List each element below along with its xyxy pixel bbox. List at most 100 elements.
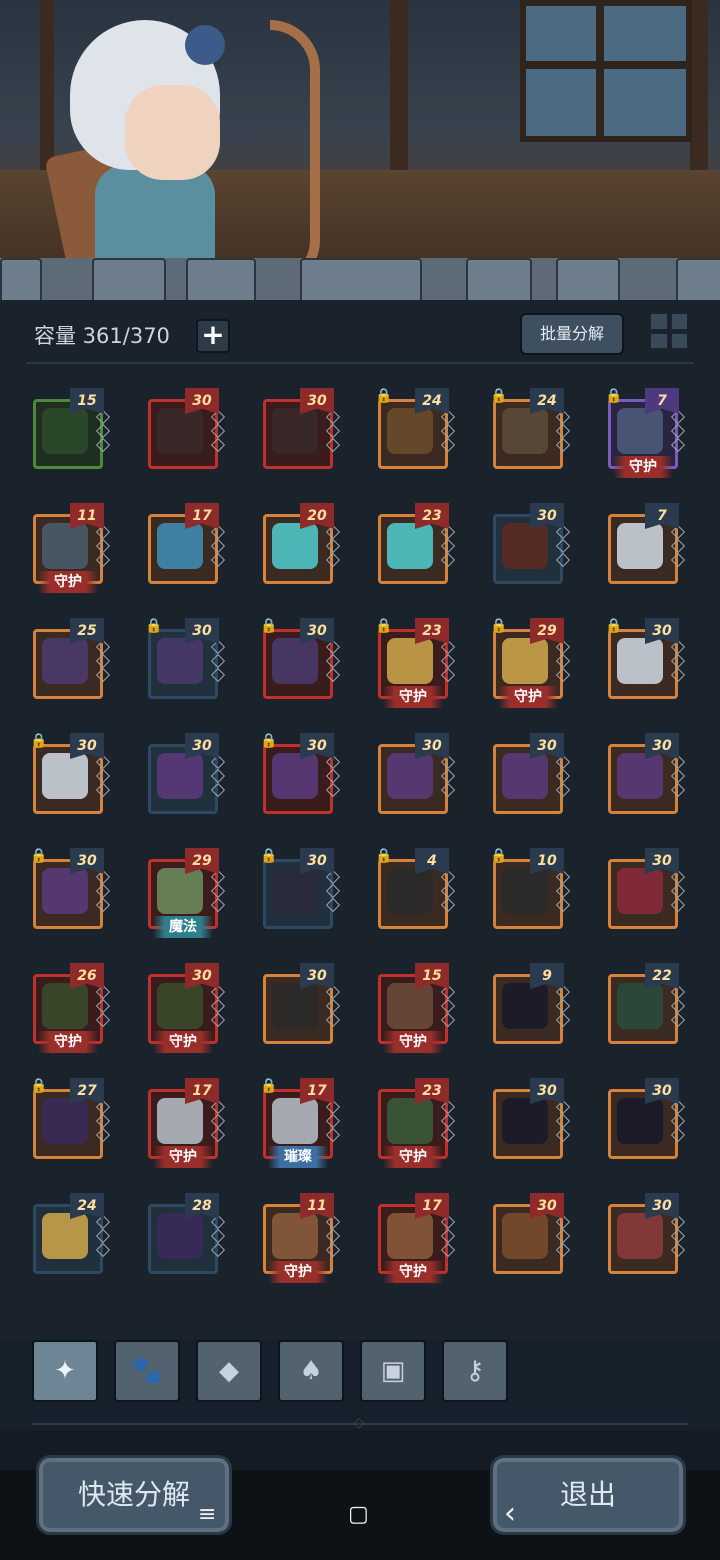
inventory-slot[interactable]: 30 [145,388,226,472]
inventory-slot[interactable]: 30 🔒 [260,618,341,702]
lock-icon: 🔒 [605,388,623,404]
inventory-slot[interactable]: 30 [260,388,341,472]
inventory-slot[interactable]: 17 🔒 璀璨 [260,1078,341,1168]
inventory-slot[interactable]: 24 [30,1193,111,1277]
socket-icons [95,639,111,684]
inventory-slot[interactable]: 17 [145,503,226,587]
inventory-slot[interactable]: 7 [605,503,686,587]
boots-icon [272,1098,318,1144]
inventory-slot[interactable]: 26 守护 [30,963,111,1053]
bow-icon [502,523,548,569]
inventory-slot[interactable]: 24 🔒 [490,388,571,472]
inventory-slot[interactable]: 15 [30,388,111,472]
inventory-slot[interactable]: 30 [605,1193,686,1277]
feather-icon [617,868,663,914]
item-affix-tag: 守护 [268,1261,328,1283]
staff-icon [617,408,663,454]
hero-face-art [125,85,220,180]
inventory-slot[interactable]: 30 [605,848,686,932]
grid-view-icon[interactable] [650,313,688,349]
lock-icon: 🔒 [30,848,48,864]
inventory-slot[interactable]: 30 🔒 [260,733,341,817]
socket-icons [210,639,226,684]
socket-icons [440,754,456,799]
hood-icon [617,638,663,684]
inventory-slot[interactable]: 23 [375,503,456,587]
back-nav-icon[interactable]: ‹ [504,1496,516,1531]
inventory-slot[interactable]: 30 [490,503,571,587]
trident-icon [387,408,433,454]
inventory-slot[interactable]: 4 🔒 [375,848,456,932]
home-nav-icon[interactable]: ▢ [348,1502,369,1527]
lock-icon: 🔒 [490,618,508,634]
inventory-slot[interactable]: 24 🔒 [375,388,456,472]
inventory-slot[interactable]: 30 🔒 [605,618,686,702]
inventory-slot[interactable]: 11 守护 [260,1193,341,1283]
inventory-slot[interactable]: 30 [490,733,571,817]
tunic-icon [157,868,203,914]
boots-icon [42,1098,88,1144]
pet-tab[interactable]: 🐾 [114,1340,180,1402]
socket-icons [555,639,571,684]
weapon-tab[interactable]: ✦ [32,1340,98,1402]
inventory-slot[interactable]: 30 [490,1193,571,1277]
inventory-slot[interactable]: 11 守护 [30,503,111,593]
inventory-slot[interactable]: 7 🔒 守护 [605,388,686,478]
inventory-slot[interactable]: 30 🔒 [30,848,111,932]
socket-icons [555,1099,571,1144]
inventory-slot[interactable]: 30 🔒 [260,848,341,932]
stone-block [92,258,166,304]
expand-capacity-button[interactable]: + [196,319,230,353]
inventory-slot[interactable]: 28 [145,1193,226,1277]
robe-icon [617,753,663,799]
inventory-slot[interactable]: 30 [145,733,226,817]
chest-tab[interactable]: ▣ [360,1340,426,1402]
inventory-slot[interactable]: 30 守护 [145,963,226,1053]
exit-button[interactable]: 退出 [490,1455,686,1535]
inventory-slot[interactable]: 22 [605,963,686,1047]
socket-icons [210,409,226,454]
socket-icons [440,409,456,454]
item-affix-tag: 守护 [383,1261,443,1283]
inventory-slot[interactable]: 10 🔒 [490,848,571,932]
socket-icons [325,1099,341,1144]
inventory-slot[interactable]: 17 守护 [375,1193,456,1283]
socket-icons [670,524,686,569]
bracer-icon [502,868,548,914]
inventory-slot[interactable]: 17 守护 [145,1078,226,1168]
inventory-slot[interactable]: 30 🔒 [30,733,111,817]
crystal-sword-icon [272,523,318,569]
inventory-slot[interactable]: 9 [490,963,571,1047]
socket-icons [440,984,456,1029]
inventory-slot[interactable]: 30 [490,1078,571,1162]
socket-icons [670,639,686,684]
inventory-slot[interactable]: 23 守护 [375,1078,456,1168]
socket-icons [95,1214,111,1259]
inventory-slot[interactable]: 30 [605,733,686,817]
inventory-slot[interactable]: 20 [260,503,341,587]
gem-tab[interactable]: ◆ [196,1340,262,1402]
material-tab[interactable]: ♠ [278,1340,344,1402]
gauntlet-icon [157,408,203,454]
inventory-slot[interactable]: 25 [30,618,111,702]
inventory-slot[interactable]: 29 🔒 守护 [490,618,571,708]
inventory-slot[interactable]: 30 🔒 [145,618,226,702]
inventory-slot[interactable]: 27 🔒 [30,1078,111,1162]
socket-icons [210,524,226,569]
socket-icons [325,869,341,914]
inventory-slot[interactable]: 30 [375,733,456,817]
batch-decompose-button[interactable]: 批量分解 [520,313,624,355]
helmet-icon [272,638,318,684]
socket-icons [95,869,111,914]
lock-icon: 🔒 [375,848,393,864]
inventory-slot[interactable]: 30 [605,1078,686,1162]
inventory-slot[interactable]: 23 🔒 守护 [375,618,456,708]
key-tab[interactable]: ⚷ [442,1340,508,1402]
item-affix-tag: 魔法 [153,916,213,938]
socket-icons [440,1214,456,1259]
inventory-slot[interactable]: 15 守护 [375,963,456,1053]
inventory-slot[interactable]: 29 魔法 [145,848,226,938]
amulet-icon [42,1213,88,1259]
inventory-slot[interactable]: 30 [260,963,341,1047]
menu-nav-icon[interactable]: ≡ [198,1502,216,1527]
